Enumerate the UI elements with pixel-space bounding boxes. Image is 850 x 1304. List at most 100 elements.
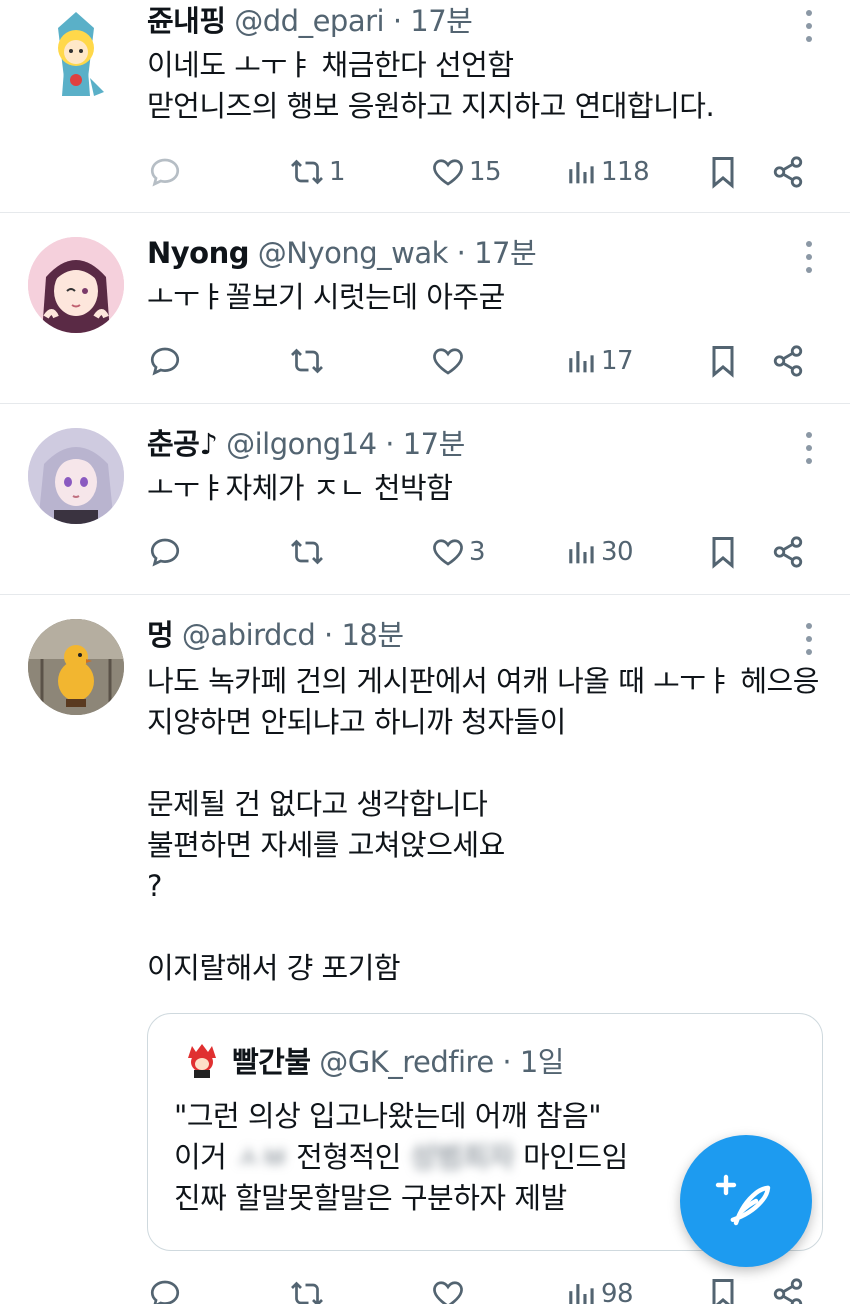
reply-button[interactable] <box>147 530 185 574</box>
tweet-line: 지양하면 안되냐고 하니까 청자들이 <box>147 705 566 739</box>
bookmark-button[interactable] <box>707 150 739 194</box>
quoted-display-name: 빨간불 <box>232 1045 311 1079</box>
views-count: 17 <box>601 346 634 376</box>
tweet-header: 춘공♪ @ilgong14 · 17분 <box>147 424 465 464</box>
action-bar: 98 <box>147 1272 827 1304</box>
display-name[interactable]: 멍 <box>147 618 174 652</box>
heart-icon <box>433 539 463 566</box>
share-icon <box>773 156 803 188</box>
bookmark-button[interactable] <box>707 339 739 383</box>
more-icon[interactable] <box>806 428 814 468</box>
views-button[interactable]: 98 <box>565 1272 634 1304</box>
more-icon[interactable] <box>806 619 814 659</box>
tweet-line: ? <box>147 869 162 903</box>
views-icon <box>569 351 594 373</box>
heart-icon <box>433 348 463 375</box>
more-icon[interactable] <box>806 6 814 46</box>
handle[interactable]: @Nyong_wak <box>258 236 449 270</box>
quoted-text-segment: 전형적인 <box>287 1140 410 1174</box>
share-button[interactable] <box>771 1272 805 1304</box>
separator-dot: · <box>392 4 402 38</box>
handle[interactable]: @ilgong14 <box>226 427 377 461</box>
quoted-avatar[interactable] <box>184 1042 220 1078</box>
display-name[interactable]: 춘공♪ <box>147 427 218 461</box>
retweet-button[interactable] <box>287 530 329 574</box>
tweet-text: ㅗㅜㅑ꼴보기 시럿는데 아주굳 <box>147 277 827 318</box>
retweet-button[interactable] <box>287 339 329 383</box>
action-bar: 17 <box>147 339 827 383</box>
avatar[interactable] <box>28 8 124 104</box>
quoted-header: 빨간불 @GK_redfire · 1일 <box>232 1042 564 1082</box>
avatar[interactable] <box>28 619 124 715</box>
bookmark-button[interactable] <box>707 1272 739 1304</box>
views-button[interactable]: 17 <box>565 339 634 383</box>
separator-dot: · <box>385 427 394 461</box>
censored-text: ㅅㅂ <box>235 1140 288 1174</box>
bookmark-button[interactable] <box>707 530 739 574</box>
heart-icon <box>433 159 463 186</box>
views-count: 118 <box>601 157 650 187</box>
like-button[interactable]: 15 <box>429 150 502 194</box>
tweet-text: 나도 녹카페 건의 게시판에서 여캐 나올 때 ㅗㅜㅑ 헤으응 지양하면 안되냐… <box>147 661 827 989</box>
handle[interactable]: @abirdcd <box>182 618 316 652</box>
separator-dot: · <box>324 618 333 652</box>
timestamp[interactable]: 17분 <box>403 427 466 461</box>
separator-dot: · <box>456 236 466 270</box>
quoted-timestamp: 1일 <box>519 1045 565 1079</box>
tweet-line: 문제될 건 없다고 생각합니다 <box>147 787 488 821</box>
tweet-line <box>147 907 827 948</box>
tweet-header: 쥰내핑 @dd_epari · 17분 <box>147 1 473 41</box>
like-button[interactable] <box>429 1272 469 1304</box>
share-icon <box>773 1278 803 1304</box>
share-button[interactable] <box>771 150 805 194</box>
tweet[interactable]: 쥰내핑 @dd_epari · 17분 이네도 ㅗㅜㅑ 채금한다 선언함 맏언니… <box>0 0 850 213</box>
tweet-line: ㅗㅜㅑ꼴보기 시럿는데 아주굳 <box>147 280 505 314</box>
share-icon <box>773 536 803 568</box>
retweet-button[interactable]: 1 <box>287 150 346 194</box>
views-count: 30 <box>601 537 634 567</box>
tweet-line: ㅗㅜㅑ자체가 ㅈㄴ 천박함 <box>147 471 453 505</box>
timestamp[interactable]: 17분 <box>474 236 537 270</box>
tweet-line: 불편하면 자세를 고쳐앉으세요 <box>147 828 505 862</box>
views-button[interactable]: 118 <box>565 150 650 194</box>
tweet[interactable]: 춘공♪ @ilgong14 · 17분 ㅗㅜㅑ자체가 ㅈㄴ 천박함 3 30 <box>0 404 850 595</box>
tweet-header: 멍 @abirdcd · 18분 <box>147 615 404 655</box>
like-button[interactable] <box>429 339 469 383</box>
bookmark-icon <box>712 537 734 569</box>
more-icon[interactable] <box>806 237 814 277</box>
handle[interactable]: @dd_epari <box>234 4 384 38</box>
timestamp[interactable]: 17분 <box>410 4 473 38</box>
timestamp[interactable]: 18분 <box>341 618 404 652</box>
avatar[interactable] <box>28 237 124 333</box>
display-name[interactable]: Nyong <box>147 236 250 270</box>
heart-icon <box>433 1281 463 1304</box>
separator-dot: · <box>502 1045 512 1079</box>
display-name[interactable]: 쥰내핑 <box>147 4 226 38</box>
views-button[interactable]: 30 <box>565 530 634 574</box>
like-count: 3 <box>469 537 486 567</box>
tweet-line: 이네도 ㅗㅜㅑ 채금한다 선언함 <box>147 48 514 82</box>
compose-button[interactable] <box>680 1135 812 1267</box>
like-button[interactable]: 3 <box>429 530 486 574</box>
views-icon <box>569 1284 594 1304</box>
retweet-button[interactable] <box>287 1272 329 1304</box>
views-icon <box>569 542 594 564</box>
reply-button[interactable] <box>147 1272 185 1304</box>
tweet-line <box>147 743 827 784</box>
retweet-icon <box>291 539 323 565</box>
tweet-header: Nyong @Nyong_wak · 17분 <box>147 233 537 273</box>
bookmark-icon <box>712 157 734 189</box>
reply-button[interactable] <box>147 150 185 194</box>
share-button[interactable] <box>771 530 805 574</box>
action-bar: 1 15 118 <box>147 150 827 194</box>
retweet-icon <box>291 1281 323 1304</box>
reply-button[interactable] <box>147 339 185 383</box>
action-bar: 3 30 <box>147 530 827 574</box>
reply-icon <box>150 1280 180 1304</box>
avatar[interactable] <box>28 428 124 524</box>
bookmark-icon <box>712 346 734 378</box>
quoted-text-segment: 마인드임 <box>514 1140 628 1174</box>
tweet[interactable]: Nyong @Nyong_wak · 17분 ㅗㅜㅑ꼴보기 시럿는데 아주굳 1… <box>0 213 850 404</box>
share-button[interactable] <box>771 339 805 383</box>
share-icon <box>773 345 803 377</box>
